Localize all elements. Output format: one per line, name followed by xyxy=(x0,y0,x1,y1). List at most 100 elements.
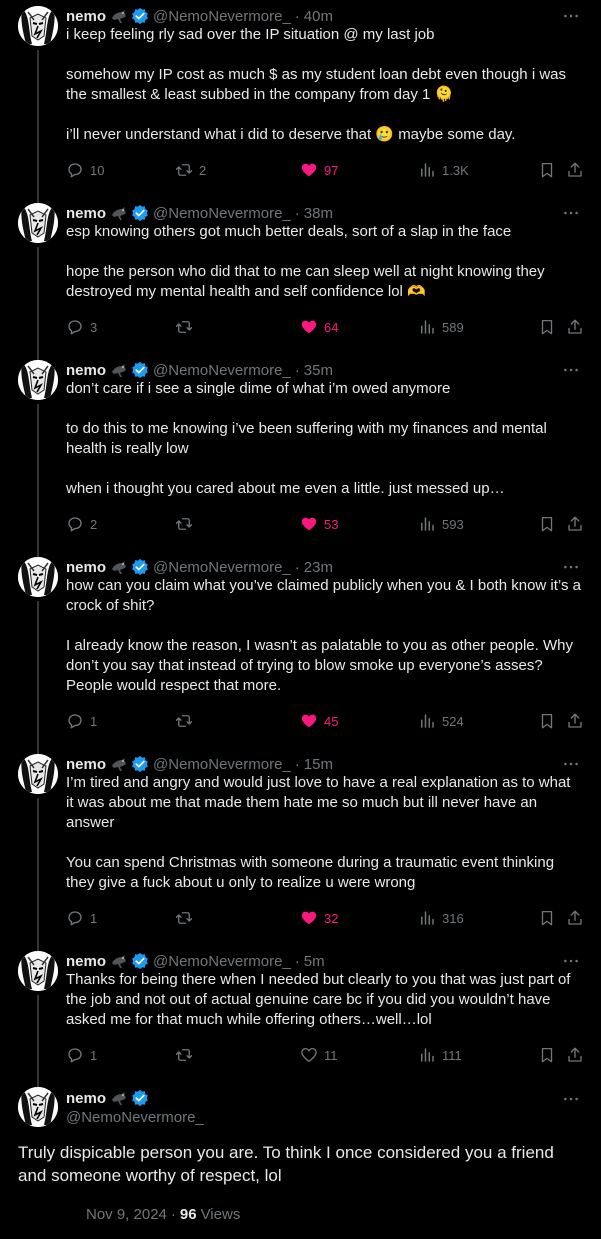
avatar[interactable] xyxy=(18,1087,58,1127)
thread-connector-line xyxy=(37,50,39,203)
more-options-icon[interactable] xyxy=(561,756,581,772)
author-name[interactable]: nemo xyxy=(66,953,106,970)
reply-button[interactable]: 2 xyxy=(66,514,97,534)
retweet-button[interactable] xyxy=(175,908,199,928)
avatar[interactable] xyxy=(18,951,58,991)
retweet-button[interactable] xyxy=(175,514,199,534)
like-button[interactable]: 45 xyxy=(300,711,338,731)
tweet-paragraph: You can spend Christmas with someone dur… xyxy=(66,854,559,891)
thread-connector-line xyxy=(37,601,39,754)
tweet-text: esp knowing others got much better deals… xyxy=(66,222,581,302)
reply-icon xyxy=(66,909,84,927)
author-handle[interactable]: @NemoNevermore_ xyxy=(153,8,291,25)
bookmark-button[interactable] xyxy=(538,317,556,337)
share-icon xyxy=(566,1046,584,1064)
analytics-icon xyxy=(418,161,436,179)
views-button[interactable]: 524 xyxy=(418,711,464,731)
author-name[interactable]: nemo xyxy=(66,8,106,25)
tweet-actions: 1 45 524 xyxy=(66,711,586,731)
analytics-icon xyxy=(418,909,436,927)
more-options-icon[interactable] xyxy=(561,8,581,24)
author-handle[interactable]: @NemoNevermore_ xyxy=(153,362,291,379)
avatar[interactable] xyxy=(18,203,58,243)
tweet-time[interactable]: 40m xyxy=(304,8,333,25)
views-button[interactable]: 589 xyxy=(418,317,464,337)
author-handle[interactable]: @NemoNevermore_ xyxy=(153,953,291,970)
verified-badge-icon[interactable] xyxy=(131,204,149,222)
verified-badge-icon[interactable] xyxy=(131,1089,149,1107)
retweet-button[interactable]: 2 xyxy=(175,160,206,180)
author-handle[interactable]: @NemoNevermore_ xyxy=(153,559,291,576)
verified-badge-icon[interactable] xyxy=(131,7,149,25)
tweet-header: nemo @NemoNevermore_ · 15m xyxy=(66,754,561,774)
tweet-header: nemo @NemoNevermore_ · 35m xyxy=(66,360,561,380)
bookmark-button[interactable] xyxy=(538,711,556,731)
reply-button[interactable]: 3 xyxy=(66,317,97,337)
more-options-icon[interactable] xyxy=(561,362,581,378)
retweet-button[interactable] xyxy=(175,317,199,337)
tweet-time[interactable]: 35m xyxy=(304,362,333,379)
author-name[interactable]: nemo xyxy=(66,559,106,576)
analytics-icon xyxy=(418,318,436,336)
main-tweet-header: nemo @NemoNevermore_ xyxy=(66,1088,204,1128)
avatar[interactable] xyxy=(18,557,58,597)
avatar[interactable] xyxy=(18,360,58,400)
author-name[interactable]: nemo xyxy=(66,1090,106,1107)
share-icon xyxy=(566,161,584,179)
verified-badge-icon[interactable] xyxy=(131,361,149,379)
retweet-button[interactable] xyxy=(175,711,199,731)
tweet-time[interactable]: 23m xyxy=(304,559,333,576)
share-button[interactable] xyxy=(566,514,584,534)
tweet-paragraph: I’m tired and angry and would just love … xyxy=(66,774,575,831)
bookmark-button[interactable] xyxy=(538,514,556,534)
reply-icon xyxy=(66,712,84,730)
bookmark-icon xyxy=(538,712,556,730)
author-name[interactable]: nemo xyxy=(66,205,106,222)
tweet-time[interactable]: 5m xyxy=(304,953,325,970)
reply-button[interactable]: 1 xyxy=(66,711,97,731)
avatar[interactable] xyxy=(18,754,58,794)
author-name[interactable]: nemo xyxy=(66,362,106,379)
author-name[interactable]: nemo xyxy=(66,756,106,773)
reply-button[interactable]: 10 xyxy=(66,160,104,180)
views-button[interactable]: 316 xyxy=(418,908,464,928)
more-options-icon[interactable] xyxy=(561,1091,581,1107)
bookmark-button[interactable] xyxy=(538,908,556,928)
views-button[interactable]: 111 xyxy=(418,1045,462,1065)
more-options-icon[interactable] xyxy=(561,559,581,575)
crow-emoji-icon xyxy=(110,361,128,379)
author-handle[interactable]: @NemoNevermore_ xyxy=(153,205,291,222)
share-button[interactable] xyxy=(566,160,584,180)
verified-badge-icon[interactable] xyxy=(131,755,149,773)
share-button[interactable] xyxy=(566,1045,584,1065)
verified-badge-icon[interactable] xyxy=(131,952,149,970)
avatar[interactable] xyxy=(18,6,58,46)
tweet-actions: 2 53 593 xyxy=(66,514,586,534)
like-button[interactable]: 11 xyxy=(300,1045,338,1065)
more-options-icon[interactable] xyxy=(561,953,581,969)
like-button[interactable]: 64 xyxy=(300,317,338,337)
share-button[interactable] xyxy=(566,317,584,337)
bookmark-button[interactable] xyxy=(538,1045,556,1065)
tweet-date[interactable]: Nov 9, 2024 xyxy=(86,1206,167,1223)
author-handle[interactable]: @NemoNevermore_ xyxy=(153,756,291,773)
bookmark-button[interactable] xyxy=(538,160,556,180)
like-count: 45 xyxy=(324,713,339,729)
share-button[interactable] xyxy=(566,908,584,928)
reply-button[interactable]: 1 xyxy=(66,1045,97,1065)
author-handle[interactable]: @NemoNevermore_ xyxy=(66,1108,204,1128)
views-button[interactable]: 1.3K xyxy=(418,160,469,180)
share-button[interactable] xyxy=(566,711,584,731)
retweet-button[interactable] xyxy=(175,1045,199,1065)
verified-badge-icon[interactable] xyxy=(131,558,149,576)
retweet-icon xyxy=(175,1046,193,1064)
reply-icon xyxy=(66,1046,84,1064)
like-button[interactable]: 53 xyxy=(300,514,338,534)
views-button[interactable]: 593 xyxy=(418,514,464,534)
tweet-time[interactable]: 15m xyxy=(304,756,333,773)
like-button[interactable]: 97 xyxy=(300,160,338,180)
tweet-time[interactable]: 38m xyxy=(304,205,333,222)
more-options-icon[interactable] xyxy=(561,205,581,221)
like-button[interactable]: 32 xyxy=(300,908,338,928)
reply-button[interactable]: 1 xyxy=(66,908,97,928)
